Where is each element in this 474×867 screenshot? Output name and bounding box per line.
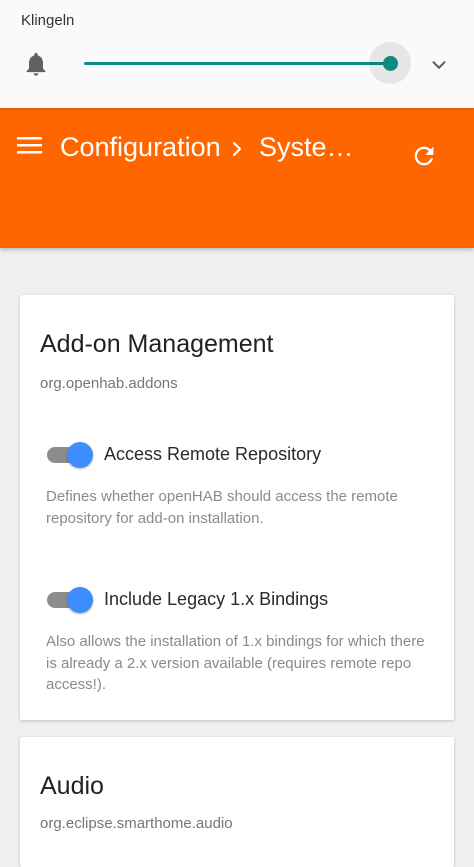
- toggle-knob: [67, 587, 93, 613]
- card-title: Add-on Management: [40, 330, 274, 358]
- include-legacy-bindings-description: Also allows the installation of 1.x bind…: [46, 633, 425, 693]
- access-remote-repository-description: Defines whether openHAB should access th…: [46, 488, 398, 527]
- app-bar: [0, 108, 474, 248]
- audio-card: Audio org.eclipse.smarthome.audio: [20, 737, 454, 867]
- card-subtitle: org.openhab.addons: [40, 375, 178, 392]
- access-remote-repository-toggle[interactable]: [47, 440, 95, 468]
- bell-icon[interactable]: [22, 49, 50, 79]
- card-title: Audio: [40, 772, 104, 800]
- breadcrumb-configuration[interactable]: Configuration: [60, 132, 221, 163]
- chevron-right-icon: [232, 141, 242, 157]
- access-remote-repository-label: Access Remote Repository: [104, 444, 322, 464]
- chevron-down-icon[interactable]: [428, 54, 450, 76]
- refresh-icon[interactable]: [410, 142, 438, 170]
- volume-slider[interactable]: [84, 42, 411, 84]
- volume-stream-title: Klingeln: [21, 12, 75, 29]
- include-legacy-bindings-toggle[interactable]: [47, 585, 95, 613]
- volume-panel: Klingeln: [0, 0, 474, 108]
- card-subtitle: org.eclipse.smarthome.audio: [40, 815, 233, 832]
- menu-icon[interactable]: [17, 136, 43, 156]
- toggle-knob: [67, 442, 93, 468]
- breadcrumb-system: Syste…: [259, 132, 354, 162]
- include-legacy-bindings-label: Include Legacy 1.x Bindings: [104, 589, 329, 609]
- volume-slider-fill: [84, 62, 390, 65]
- addon-management-card: Add-on Management org.openhab.addons Acc…: [20, 295, 454, 720]
- volume-slider-thumb[interactable]: [382, 56, 398, 71]
